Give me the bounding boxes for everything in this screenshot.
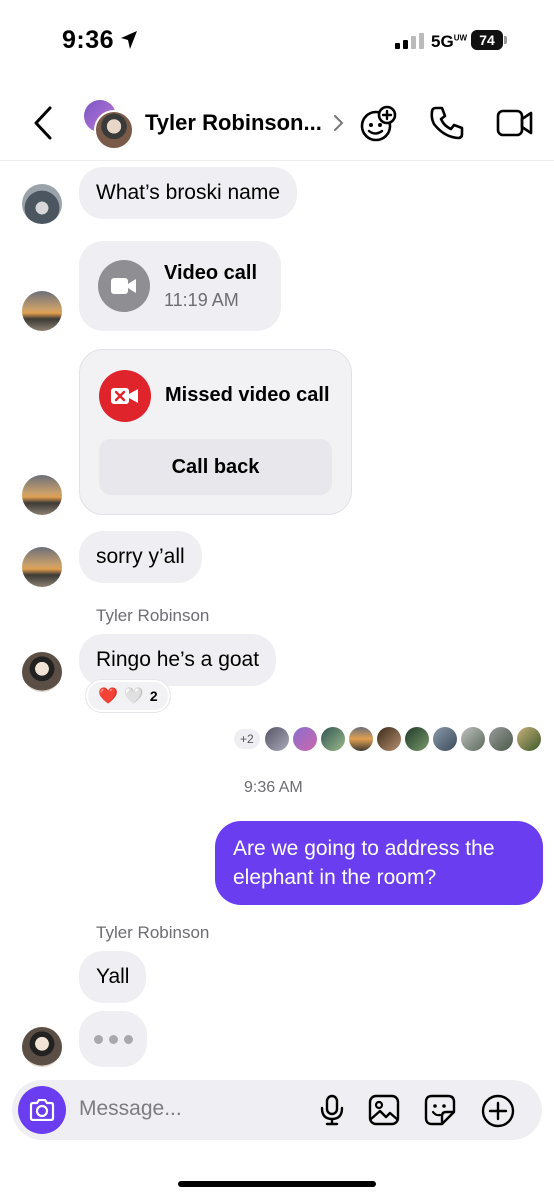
avatar[interactable] xyxy=(22,184,62,224)
message-bubble[interactable]: sorry y’all xyxy=(79,531,202,583)
seen-avatar xyxy=(489,727,513,751)
network-sup: UW xyxy=(453,33,468,43)
home-indicator xyxy=(178,1181,376,1187)
seen-avatar xyxy=(433,727,457,751)
seen-avatar xyxy=(405,727,429,751)
phone-call-icon[interactable] xyxy=(428,104,466,147)
seen-by-more-badge[interactable]: +2 xyxy=(234,729,260,749)
seen-avatar xyxy=(293,727,317,751)
seen-avatar xyxy=(377,727,401,751)
reaction-heart-white: 🤍 xyxy=(123,688,144,705)
missed-call-card: Missed video call Call back xyxy=(79,349,352,515)
group-avatar[interactable] xyxy=(82,98,134,150)
typing-indicator xyxy=(79,1011,147,1067)
avatar[interactable] xyxy=(22,475,62,515)
video-call-icon[interactable] xyxy=(496,104,534,147)
add-effects-icon[interactable] xyxy=(358,104,398,149)
seen-avatar xyxy=(461,727,485,751)
message-bubble[interactable]: Ringo he’s a goat xyxy=(79,634,277,686)
cellular-signal-icon xyxy=(395,33,425,54)
add-icon[interactable] xyxy=(481,1094,515,1133)
battery-icon: 74 xyxy=(471,30,507,50)
message-bubble[interactable]: Yall xyxy=(79,951,147,1003)
call-back-button[interactable]: Call back xyxy=(99,439,332,495)
network-type: 5GUW xyxy=(431,32,467,52)
conversation-title[interactable]: Tyler Robinson... xyxy=(145,110,322,136)
timestamp: 9:36 AM xyxy=(244,779,303,796)
avatar[interactable] xyxy=(22,1027,62,1067)
sender-name: Tyler Robinson xyxy=(96,923,210,942)
reaction-heart-red: ❤️ xyxy=(98,688,118,705)
call-time: 11:19 AM xyxy=(164,290,239,310)
chevron-right-icon[interactable] xyxy=(333,113,345,138)
back-chevron-icon[interactable] xyxy=(30,104,58,147)
avatar[interactable] xyxy=(22,291,62,331)
call-title: Video call xyxy=(164,262,258,284)
seen-avatar xyxy=(349,727,373,751)
location-arrow-icon xyxy=(120,30,138,55)
video-camera-icon xyxy=(98,260,150,312)
header-divider xyxy=(0,160,554,161)
sticker-icon[interactable] xyxy=(424,1094,456,1131)
avatar[interactable] xyxy=(22,547,62,587)
message-bubble[interactable]: What’s broski name xyxy=(79,167,298,219)
seen-avatar xyxy=(517,727,541,751)
video-call-card[interactable]: Video call 11:19 AM xyxy=(79,241,281,331)
network-label: 5G xyxy=(431,32,454,51)
avatar[interactable] xyxy=(22,652,62,692)
battery-level: 74 xyxy=(471,30,503,50)
seen-avatar xyxy=(321,727,345,751)
message-input[interactable]: Message... xyxy=(79,1097,182,1121)
gallery-icon[interactable] xyxy=(368,1094,400,1131)
microphone-icon[interactable] xyxy=(317,1094,347,1131)
reaction-count: 2 xyxy=(149,688,158,704)
seen-avatar xyxy=(265,727,289,751)
missed-video-icon xyxy=(99,370,151,422)
outgoing-message-bubble[interactable]: Are we going to address the elephant in … xyxy=(215,821,543,905)
missed-call-title: Missed video call xyxy=(165,384,330,406)
reactions-pill[interactable]: ❤️ 🤍 2 xyxy=(86,680,170,712)
sender-name: Tyler Robinson xyxy=(96,606,210,625)
status-time: 9:36 xyxy=(62,26,115,54)
camera-button[interactable] xyxy=(18,1086,66,1134)
camera-icon xyxy=(29,1099,55,1121)
